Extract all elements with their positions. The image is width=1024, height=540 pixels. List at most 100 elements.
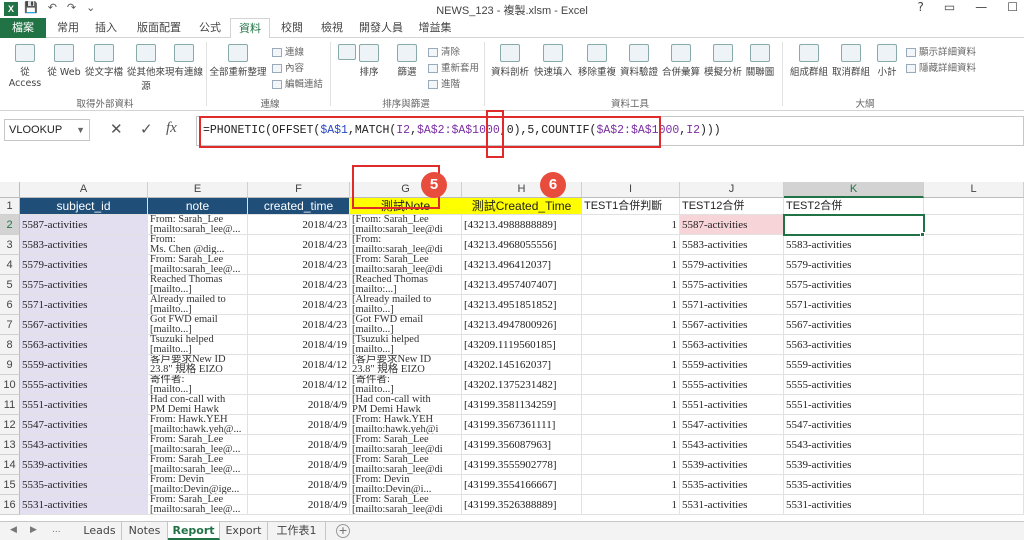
table-cell-h[interactable]: [43199.3581134259]: [462, 395, 582, 415]
table-cell-j[interactable]: 5539-activities: [680, 455, 784, 475]
tab-addins[interactable]: 增益集: [412, 18, 458, 38]
table-cell-e[interactable]: Had con-call with PM Demi Hawk: [148, 395, 248, 415]
row-header[interactable]: 16: [0, 495, 20, 515]
what-if-analysis-button[interactable]: 模擬分析: [702, 44, 744, 78]
table-cell-e[interactable]: Already mailed to [mailto...]: [148, 295, 248, 315]
row-header[interactable]: 9: [0, 355, 20, 375]
sort-button[interactable]: 排序: [356, 44, 382, 78]
column-header-i[interactable]: I: [582, 182, 680, 198]
table-cell-i[interactable]: 1: [582, 315, 680, 335]
tab-developer[interactable]: 開發人員: [356, 18, 406, 38]
table-cell-g[interactable]: [From: Sarah_Lee [mailto:sarah_lee@di: [350, 455, 462, 475]
table-cell-h[interactable]: [43199.3567361111]: [462, 415, 582, 435]
table-cell-a[interactable]: 5567-activities: [20, 315, 148, 335]
column-header-j[interactable]: J: [680, 182, 784, 198]
table-cell-h[interactable]: [43213.496412037]: [462, 255, 582, 275]
table-cell-j[interactable]: 5547-activities: [680, 415, 784, 435]
from-other-sources-button[interactable]: 從其他來源: [126, 44, 166, 92]
remove-duplicates-button[interactable]: 移除重複: [576, 44, 618, 78]
ungroup-button[interactable]: 取消群組: [830, 44, 872, 78]
table-cell-e[interactable]: From: Sarah_Lee [mailto:sarah_lee@...: [148, 455, 248, 475]
table-cell-l[interactable]: [924, 375, 1024, 395]
table-cell-k[interactable]: [784, 215, 924, 235]
table-cell-g[interactable]: [Tsuzuki helped [mailto...]: [350, 335, 462, 355]
row-header[interactable]: 4: [0, 255, 20, 275]
table-cell-i[interactable]: 1: [582, 375, 680, 395]
table-cell-f[interactable]: 2018/4/9: [248, 395, 350, 415]
sheet-tab-leads[interactable]: Leads: [78, 522, 122, 540]
table-cell-k[interactable]: 5543-activities: [784, 435, 924, 455]
help-icon[interactable]: ?: [918, 0, 924, 14]
table-cell-i[interactable]: 1: [582, 255, 680, 275]
table-cell-l[interactable]: [924, 315, 1024, 335]
hide-detail-button[interactable]: 隱藏詳細資料: [906, 60, 976, 74]
name-box[interactable]: VLOOKUP ▼: [4, 119, 90, 141]
table-cell-e[interactable]: From: Sarah_Lee [mailto:sarah_lee@...: [148, 255, 248, 275]
table-cell-l[interactable]: [924, 235, 1024, 255]
table-cell-l[interactable]: [924, 475, 1024, 495]
table-cell-h[interactable]: [43199.3526388889]: [462, 495, 582, 515]
from-text-button[interactable]: 從文字檔: [82, 44, 126, 78]
header-cell-h[interactable]: 測試Created_Time: [462, 198, 582, 215]
table-cell-f[interactable]: 2018/4/9: [248, 435, 350, 455]
table-cell-l[interactable]: [924, 415, 1024, 435]
table-cell-a[interactable]: 5531-activities: [20, 495, 148, 515]
row-header[interactable]: 6: [0, 295, 20, 315]
table-cell-e[interactable]: Tsuzuki helped [mailto...]: [148, 335, 248, 355]
table-cell-e[interactable]: 寄件者: [mailto...]: [148, 375, 248, 395]
row-header[interactable]: 10: [0, 375, 20, 395]
table-cell-e[interactable]: From: Sarah_Lee [mailto:sarah_lee@...: [148, 435, 248, 455]
table-cell-f[interactable]: 2018/4/23: [248, 215, 350, 235]
clear-filter-button[interactable]: 清除: [428, 44, 460, 58]
table-cell-k[interactable]: 5531-activities: [784, 495, 924, 515]
properties-button[interactable]: 內容: [272, 60, 304, 74]
table-cell-e[interactable]: 客戶要求New ID 23.8" 規格 EIZO: [148, 355, 248, 375]
column-header-l[interactable]: L: [924, 182, 1024, 198]
table-cell-i[interactable]: 1: [582, 355, 680, 375]
table-cell-j[interactable]: 5531-activities: [680, 495, 784, 515]
formula-input[interactable]: =PHONETIC(OFFSET($A$1,MATCH(I2,$A$2:$A$1…: [196, 116, 1024, 146]
ribbon-display-icon[interactable]: ▭: [944, 0, 955, 14]
table-cell-a[interactable]: 5587-activities: [20, 215, 148, 235]
table-cell-a[interactable]: 5543-activities: [20, 435, 148, 455]
tab-view[interactable]: 檢視: [314, 18, 350, 38]
consolidate-button[interactable]: 合併彙算: [660, 44, 702, 78]
table-cell-l[interactable]: [924, 255, 1024, 275]
text-to-columns-button[interactable]: 資料剖析: [490, 44, 530, 78]
table-cell-j[interactable]: 5543-activities: [680, 435, 784, 455]
cancel-icon[interactable]: ✕: [110, 120, 123, 138]
table-cell-f[interactable]: 2018/4/23: [248, 295, 350, 315]
row-header[interactable]: 1: [0, 198, 20, 215]
table-cell-k[interactable]: 5579-activities: [784, 255, 924, 275]
table-cell-e[interactable]: From: Hawk.YEH [mailto:hawk.yeh@...: [148, 415, 248, 435]
table-cell-j[interactable]: 5535-activities: [680, 475, 784, 495]
tab-formulas[interactable]: 公式: [192, 18, 228, 38]
table-cell-i[interactable]: 1: [582, 495, 680, 515]
header-cell-a[interactable]: subject_id: [20, 198, 148, 215]
table-cell-i[interactable]: 1: [582, 275, 680, 295]
table-cell-k[interactable]: 5575-activities: [784, 275, 924, 295]
table-cell-f[interactable]: 2018/4/23: [248, 235, 350, 255]
next-sheet-icon[interactable]: ▶: [30, 525, 37, 535]
sheet-tab-report[interactable]: Report: [168, 522, 220, 540]
refresh-all-button[interactable]: 全部重新整理: [208, 44, 268, 78]
table-cell-l[interactable]: [924, 335, 1024, 355]
tab-home[interactable]: 常用: [50, 18, 86, 38]
table-cell-i[interactable]: 1: [582, 395, 680, 415]
insert-function-icon[interactable]: fx: [166, 120, 177, 137]
show-detail-button[interactable]: 顯示詳細資料: [906, 44, 976, 58]
from-web-button[interactable]: 從 Web: [46, 44, 82, 78]
table-cell-l[interactable]: [924, 455, 1024, 475]
table-cell-g[interactable]: [Reached Thomas [mailto:...]: [350, 275, 462, 295]
table-cell-k[interactable]: 5551-activities: [784, 395, 924, 415]
table-cell-f[interactable]: 2018/4/9: [248, 495, 350, 515]
advanced-filter-button[interactable]: 進階: [428, 76, 460, 90]
table-cell-h[interactable]: [43213.4951851852]: [462, 295, 582, 315]
table-cell-e[interactable]: Reached Thomas [mailto...]: [148, 275, 248, 295]
sheet-tab-sheet1[interactable]: 工作表1: [268, 522, 326, 540]
table-cell-g[interactable]: [From: Hawk.YEH [mailto:hawk.yeh@i: [350, 415, 462, 435]
table-cell-g[interactable]: [From: Sarah_Lee [mailto:sarah_lee@di: [350, 495, 462, 515]
column-header-f[interactable]: F: [248, 182, 350, 198]
table-cell-l[interactable]: [924, 395, 1024, 415]
row-header[interactable]: 2: [0, 215, 20, 235]
